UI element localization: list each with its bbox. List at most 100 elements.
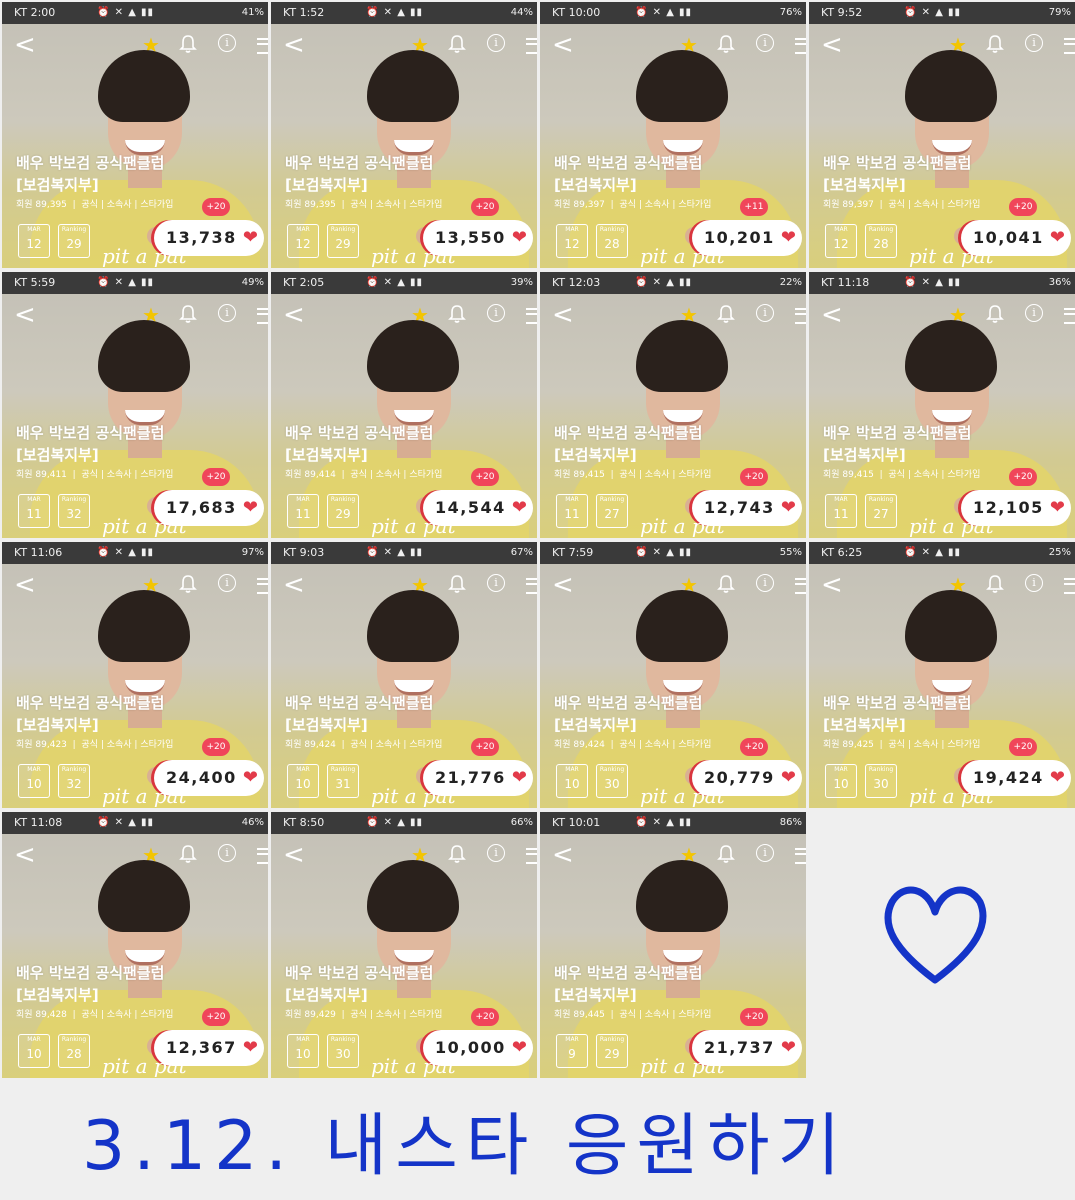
month-label: MAR <box>27 226 41 233</box>
info-icon[interactable]: i <box>756 844 774 862</box>
day-value: 12 <box>833 237 849 251</box>
battery-percent: 79% <box>1048 7 1071 18</box>
back-icon[interactable]: < <box>552 570 574 600</box>
back-icon[interactable]: < <box>821 300 843 330</box>
info-icon[interactable]: i <box>1025 304 1043 322</box>
month-label: MAR <box>834 766 848 773</box>
status-time: KT 12:03 <box>552 276 601 289</box>
back-icon[interactable]: < <box>14 570 36 600</box>
fanclub-tags: 공식 | 소속사 | 스타가입 <box>81 1010 174 1020</box>
menu-icon[interactable] <box>1064 578 1075 594</box>
app-screenshot-tile: KT 12:03 ⏰ ✕ ▲ ▮▮ 22% < ★ i 배우 박보검 공식팬클럽… <box>540 272 806 538</box>
plus-badge: +20 <box>471 1008 499 1026</box>
ranking-label: Ranking <box>868 766 894 773</box>
back-icon[interactable]: < <box>552 300 574 330</box>
info-icon[interactable]: i <box>218 574 236 592</box>
member-count: 회원 89,397 <box>823 200 874 210</box>
menu-icon[interactable] <box>257 578 268 594</box>
ranking-label: Ranking <box>599 1036 625 1043</box>
info-icon[interactable]: i <box>756 304 774 322</box>
fanclub-meta: 회원 89,428 | 공식 | 소속사 | 스타가입 <box>16 1010 174 1020</box>
status-time: KT 10:00 <box>552 6 601 19</box>
day-value: 10 <box>295 1047 311 1061</box>
status-time: KT 10:01 <box>552 816 601 829</box>
app-screenshot-tile: KT 9:03 ⏰ ✕ ▲ ▮▮ 67% < ★ i 배우 박보검 공식팬클럽 … <box>271 542 537 808</box>
ranking-value: 27 <box>604 507 620 521</box>
back-icon[interactable]: < <box>14 30 36 60</box>
back-icon[interactable]: < <box>552 30 574 60</box>
menu-icon[interactable] <box>526 848 537 864</box>
menu-icon[interactable] <box>795 578 806 594</box>
month-day-box: MAR 10 <box>287 764 319 798</box>
info-icon[interactable]: i <box>218 34 236 52</box>
fanclub-title: 배우 박보검 공식팬클럽 <box>823 694 972 712</box>
info-icon[interactable]: i <box>1025 34 1043 52</box>
month-day-box: MAR 11 <box>825 494 857 528</box>
menu-icon[interactable] <box>795 848 806 864</box>
ranking-value: 30 <box>335 1047 351 1061</box>
ranking-box: Ranking 32 <box>58 764 90 798</box>
menu-icon[interactable] <box>1064 38 1075 54</box>
status-icons: ⏰ ✕ ▲ ▮▮ <box>904 277 962 288</box>
menu-icon[interactable] <box>257 308 268 324</box>
info-icon[interactable]: i <box>487 844 505 862</box>
ranking-box: Ranking 28 <box>865 224 897 258</box>
back-icon[interactable]: < <box>14 300 36 330</box>
menu-icon[interactable] <box>257 38 268 54</box>
info-icon[interactable]: i <box>756 34 774 52</box>
fanclub-subtitle: [보검복지부] <box>554 986 637 1004</box>
status-icons: ⏰ ✕ ▲ ▮▮ <box>366 547 424 558</box>
signature-text: pit a pat <box>640 244 725 268</box>
info-icon[interactable]: i <box>487 304 505 322</box>
back-icon[interactable]: < <box>283 300 305 330</box>
menu-icon[interactable] <box>795 38 806 54</box>
back-icon[interactable]: < <box>283 570 305 600</box>
menu-icon[interactable] <box>526 38 537 54</box>
fanclub-subtitle: [보검복지부] <box>16 716 99 734</box>
info-icon[interactable]: i <box>218 304 236 322</box>
ranking-box: Ranking 30 <box>327 1034 359 1068</box>
plus-badge: +20 <box>202 468 230 486</box>
status-bar: KT 1:52 ⏰ ✕ ▲ ▮▮ 44% <box>271 2 537 24</box>
month-label: MAR <box>565 1036 579 1043</box>
status-icons: ⏰ ✕ ▲ ▮▮ <box>635 7 693 18</box>
status-time: KT 6:25 <box>821 546 863 559</box>
menu-icon[interactable] <box>1064 308 1075 324</box>
month-label: MAR <box>296 496 310 503</box>
menu-icon[interactable] <box>257 848 268 864</box>
back-icon[interactable]: < <box>283 840 305 870</box>
ranking-box: Ranking 30 <box>865 764 897 798</box>
battery-percent: 46% <box>241 817 264 828</box>
back-icon[interactable]: < <box>821 570 843 600</box>
battery-percent: 66% <box>510 817 533 828</box>
menu-icon[interactable] <box>526 308 537 324</box>
back-icon[interactable]: < <box>552 840 574 870</box>
app-screenshot-tile: KT 10:00 ⏰ ✕ ▲ ▮▮ 76% < ★ i 배우 박보검 공식팬클럽… <box>540 2 806 268</box>
back-icon[interactable]: < <box>14 840 36 870</box>
day-value: 11 <box>564 507 580 521</box>
ranking-label: Ranking <box>599 766 625 773</box>
menu-icon[interactable] <box>526 578 537 594</box>
heart-icon: ❤ <box>511 1037 527 1058</box>
ranking-box: Ranking 28 <box>58 1034 90 1068</box>
status-time: KT 5:59 <box>14 276 56 289</box>
menu-icon[interactable] <box>795 308 806 324</box>
fanclub-tags: 공식 | 소속사 | 스타가입 <box>888 200 981 210</box>
app-screenshot-tile: KT 2:00 ⏰ ✕ ▲ ▮▮ 41% < ★ i 배우 박보검 공식팬클럽 … <box>2 2 268 268</box>
fanclub-meta: 회원 89,397 | 공식 | 소속사 | 스타가입 <box>823 200 981 210</box>
info-icon[interactable]: i <box>487 574 505 592</box>
back-icon[interactable]: < <box>821 30 843 60</box>
status-bar: KT 7:59 ⏰ ✕ ▲ ▮▮ 55% <box>540 542 806 564</box>
ranking-label: Ranking <box>868 496 894 503</box>
status-icons: ⏰ ✕ ▲ ▮▮ <box>904 7 962 18</box>
heart-icon: ❤ <box>780 767 796 788</box>
app-screenshot-tile: KT 9:52 ⏰ ✕ ▲ ▮▮ 79% < ★ i 배우 박보검 공식팬클럽 … <box>809 2 1075 268</box>
info-icon[interactable]: i <box>218 844 236 862</box>
info-icon[interactable]: i <box>1025 574 1043 592</box>
info-icon[interactable]: i <box>756 574 774 592</box>
ranking-label: Ranking <box>330 766 356 773</box>
heart-icon: ❤ <box>780 497 796 518</box>
info-icon[interactable]: i <box>487 34 505 52</box>
month-label: MAR <box>296 766 310 773</box>
back-icon[interactable]: < <box>283 30 305 60</box>
